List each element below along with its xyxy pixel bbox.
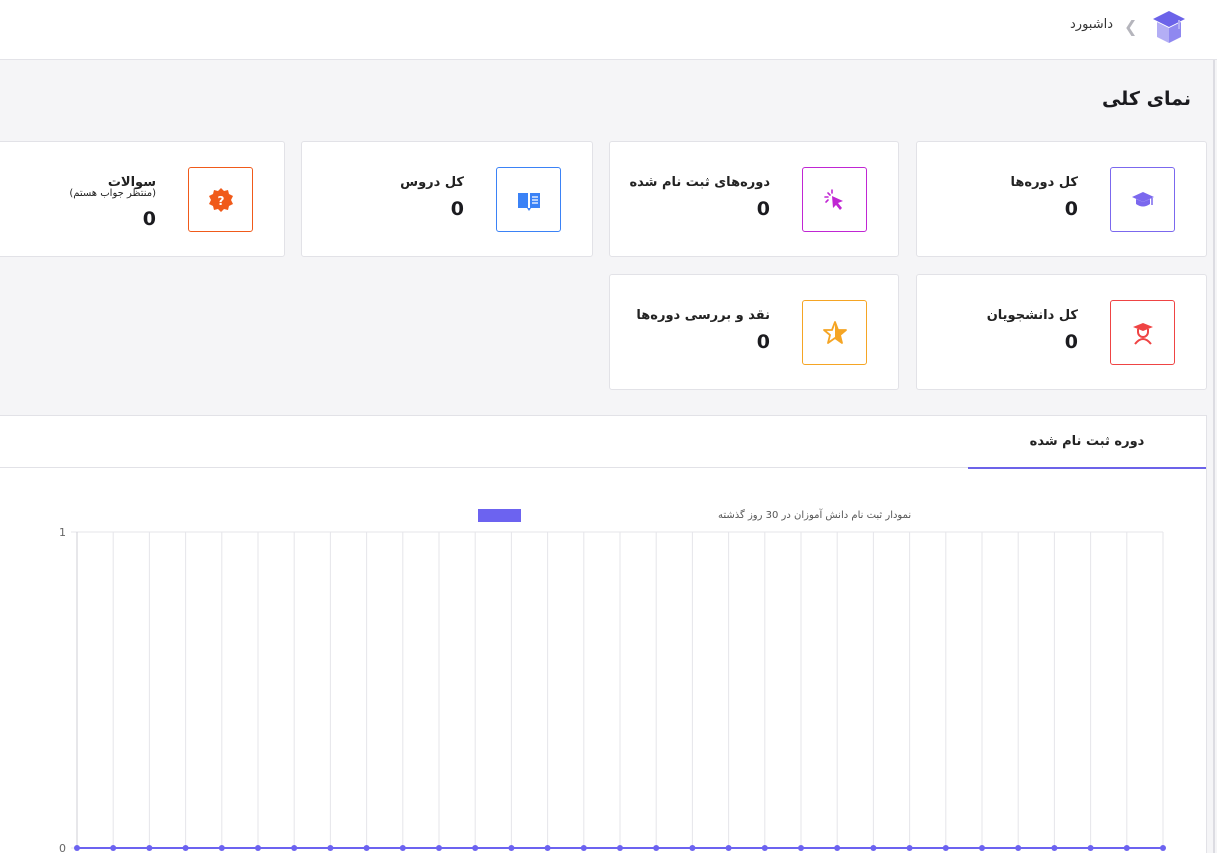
data-point [979, 845, 985, 851]
data-point [327, 845, 334, 851]
data-point [1123, 845, 1130, 851]
data-point [291, 845, 298, 851]
card-value: 0 [142, 208, 156, 230]
card-label: کل دروس [400, 175, 464, 190]
book-open-icon [496, 167, 561, 232]
scroll-edge [1213, 60, 1215, 853]
data-point [74, 845, 80, 851]
card-value: 0 [450, 198, 464, 220]
data-point [472, 845, 479, 851]
data-point [110, 845, 117, 851]
card-course-reviews[interactable]: نقد و بررسی دوره‌ها 0 [609, 274, 899, 390]
data-point [870, 845, 877, 851]
card-value: 0 [1064, 331, 1078, 353]
y-tick-label: 0 [59, 842, 66, 853]
card-total-lessons[interactable]: کل دروس 0 [301, 141, 593, 257]
data-point [689, 845, 696, 851]
tab-bar: دوره ثبت نام شده [0, 416, 1206, 469]
data-point [617, 845, 623, 851]
enrollment-chart: 0 1 نمودار ثبت نام دانش آموزان در 30 روز گ… [59, 508, 1166, 853]
legend-swatch [478, 509, 521, 522]
data-point [146, 845, 153, 851]
question-badge-icon: ? [188, 167, 253, 232]
graduation-cap-icon [1110, 167, 1175, 232]
card-label: دوره‌های ثبت نام شده [629, 175, 770, 190]
card-value: 0 [756, 331, 770, 353]
data-point [436, 845, 442, 851]
data-point [1087, 845, 1094, 851]
data-point [761, 845, 768, 851]
data-point [942, 845, 949, 851]
y-tick-label: 1 [59, 526, 66, 539]
breadcrumb-current[interactable]: داشبورد [1070, 17, 1113, 32]
svg-text:?: ? [217, 194, 224, 208]
card-label: نقد و بررسی دوره‌ها [636, 308, 770, 323]
cursor-click-icon [802, 167, 867, 232]
page-title: نمای کلی [1101, 88, 1191, 110]
card-label: کل دوره‌ها [1010, 175, 1079, 190]
tab-enrolled-course[interactable]: دوره ثبت نام شده [968, 416, 1206, 469]
data-point [508, 845, 515, 851]
card-questions[interactable]: ? سوالات (منتظر جواب هستم) 0 [0, 141, 285, 257]
student-icon [1110, 300, 1175, 365]
data-point [1051, 845, 1058, 851]
data-point [653, 845, 660, 851]
data-point [544, 845, 551, 851]
data-point [798, 845, 804, 851]
card-total-courses[interactable]: کل دوره‌ها 0 [916, 141, 1207, 257]
legend-label: نمودار ثبت نام دانش آموزان در 30 روز گذش… [718, 508, 911, 521]
data-point [255, 845, 261, 851]
data-point [580, 845, 587, 851]
card-sublabel: (منتظر جواب هستم) [69, 188, 156, 199]
data-point [1015, 845, 1022, 851]
card-enrolled-courses[interactable]: دوره‌های ثبت نام شده 0 [609, 141, 899, 257]
card-label: کل دانشجویان [986, 308, 1078, 323]
data-point [834, 845, 841, 851]
tab-active-indicator [968, 467, 1206, 469]
data-point [218, 845, 225, 851]
logo-icon[interactable] [1149, 7, 1189, 47]
data-point [182, 845, 189, 851]
data-point [363, 845, 370, 851]
tab-label: دوره ثبت نام شده [1029, 434, 1145, 449]
card-value: 0 [1064, 198, 1078, 220]
breadcrumb-chevron-icon: ❮ [1124, 17, 1138, 36]
star-icon [802, 300, 867, 365]
top-bar: ❮ داشبورد [0, 0, 1217, 60]
data-point [906, 845, 913, 851]
data-point [1160, 845, 1166, 851]
card-total-students[interactable]: کل دانشجویان 0 [916, 274, 1207, 390]
data-point [399, 845, 406, 851]
card-value: 0 [756, 198, 770, 220]
data-point [725, 845, 732, 851]
